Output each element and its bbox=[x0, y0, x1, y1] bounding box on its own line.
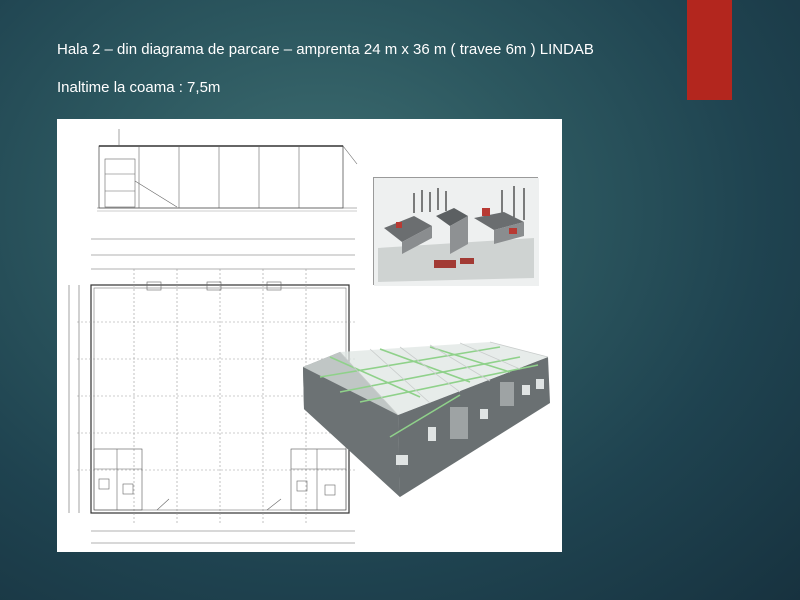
building-3d-render bbox=[303, 341, 550, 497]
slide-title: Hala 2 – din diagrama de parcare – ampre… bbox=[57, 41, 594, 58]
slide-subtitle: Inaltime la coama : 7,5m bbox=[57, 79, 221, 96]
accent-bar bbox=[687, 0, 732, 100]
site-aerial-image bbox=[373, 177, 539, 286]
